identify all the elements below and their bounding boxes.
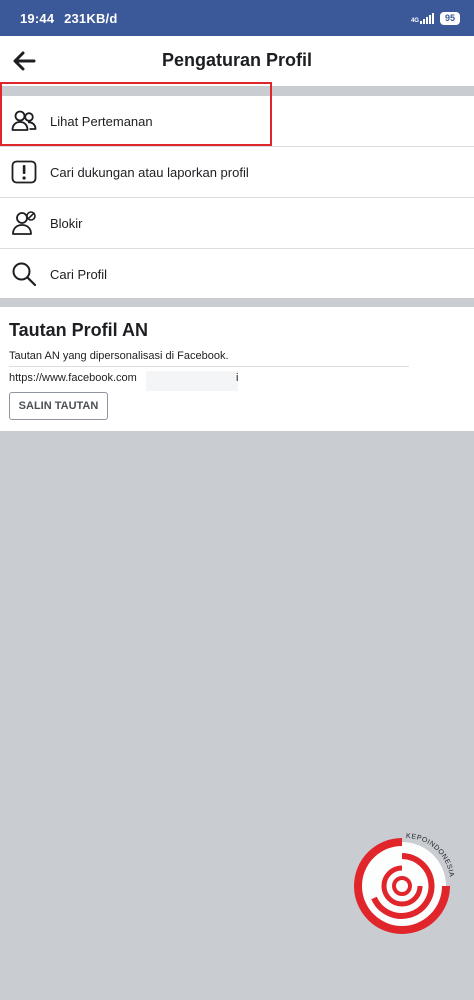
profile-url: https://www.facebook.com [9, 372, 137, 384]
status-left: 19:44 231KB/d [20, 11, 123, 26]
report-icon [11, 159, 37, 185]
profile-settings-menu: Lihat Pertemanan Cari dukungan atau lapo… [0, 96, 474, 298]
battery-indicator: 95 [439, 11, 460, 25]
search-icon [11, 261, 37, 287]
app-header: Pengaturan Profil [0, 36, 474, 86]
status-right: 4G 95 [410, 11, 460, 25]
page-title: Pengaturan Profil [161, 50, 313, 70]
menu-item-view-friendship[interactable]: Lihat Pertemanan [0, 96, 474, 147]
menu-item-label: Cari Profil [50, 266, 108, 282]
friends-icon [11, 108, 37, 134]
section-description: Tautan AN yang dipersonalisasi di Facebo… [9, 350, 229, 362]
copy-link-button[interactable]: SALIN TAUTAN [9, 392, 108, 420]
block-user-icon [11, 210, 37, 236]
section-divider [0, 86, 474, 96]
network-type: 4G [410, 17, 419, 24]
menu-item-search-profile[interactable]: Cari Profil [0, 249, 474, 299]
signal-icon: 4G [410, 12, 434, 24]
menu-item-block[interactable]: Blokir [0, 198, 474, 249]
status-speed: 231KB/d [64, 10, 118, 26]
redacted-area [146, 371, 238, 391]
status-time: 19:44 [20, 10, 55, 26]
separator-line [9, 366, 409, 367]
section-title: Tautan Profil AN [9, 320, 148, 340]
watermark-logo-icon: KEPOINDONESIA [354, 833, 454, 934]
profile-link-section: Tautan Profil AN Tautan AN yang diperson… [0, 307, 474, 431]
menu-item-label: Blokir [50, 215, 83, 231]
menu-item-label: Cari dukungan atau laporkan profil [50, 164, 249, 180]
status-bar: 19:44 231KB/d 4G 95 [0, 0, 474, 36]
menu-item-label: Lihat Pertemanan [50, 113, 153, 129]
menu-item-report-profile[interactable]: Cari dukungan atau laporkan profil [0, 147, 474, 198]
section-divider [0, 298, 474, 307]
profile-url-suffix: i [236, 372, 239, 384]
